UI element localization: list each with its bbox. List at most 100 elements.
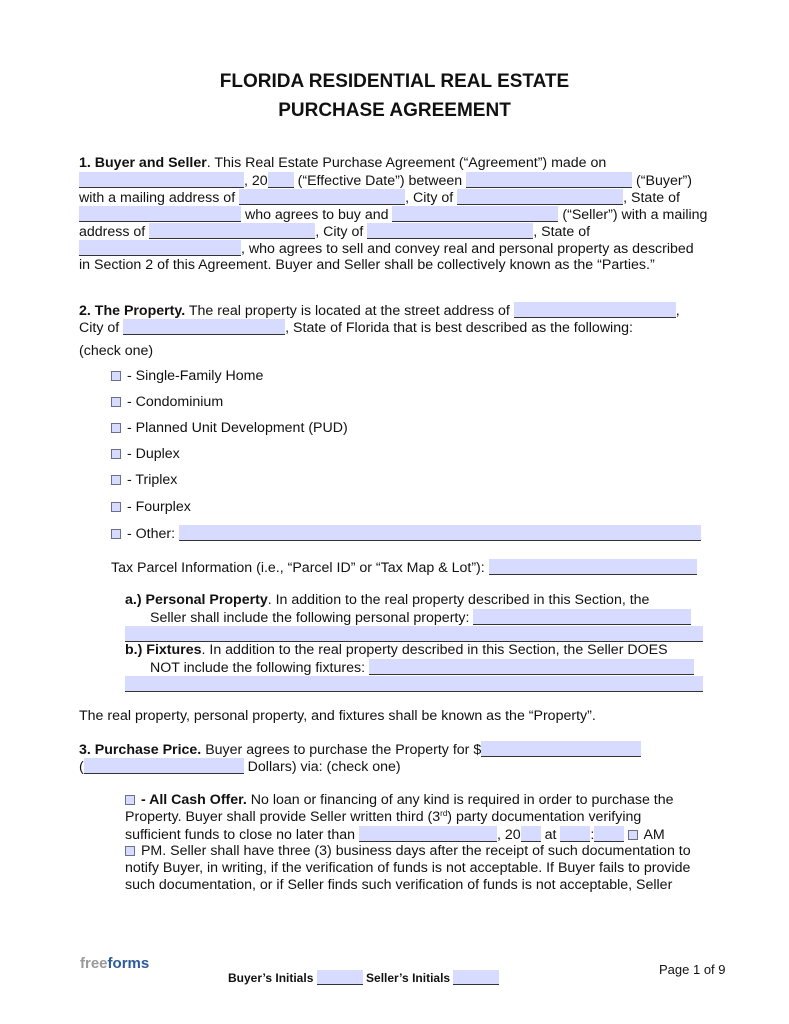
logo-free: free (80, 955, 108, 972)
buyer-initials-label: Buyer’s Initials (228, 971, 317, 985)
all-cash-offer-checkbox[interactable] (125, 795, 135, 805)
option-label: - Fourplex (123, 499, 191, 515)
tax-parcel-field[interactable] (488, 559, 697, 575)
option-label: - Planned Unit Development (PUD) (123, 420, 348, 436)
checkbox[interactable] (111, 423, 121, 433)
section1-heading: 1. Buyer and Seller (79, 155, 207, 171)
am-label: AM (640, 827, 665, 843)
text: notify Buyer, in writing, if the verific… (125, 860, 691, 876)
text: Property. Buyer shall provide Seller wri… (125, 809, 441, 825)
text: ) party documentation verifying (447, 809, 642, 825)
text: , State of (623, 190, 680, 206)
fixtures-field[interactable] (368, 659, 694, 675)
text: No loan or financing of any kind is requ… (246, 792, 674, 808)
option-label: - Triplex (123, 472, 178, 488)
buyer-name-field[interactable] (466, 172, 633, 188)
option-other[interactable]: - Other: (111, 525, 701, 543)
funds-date-field[interactable] (358, 826, 497, 842)
title-line-1: FLORIDA RESIDENTIAL REAL ESTATE (219, 71, 570, 92)
text: Buyer agrees to purchase the Property fo… (201, 742, 482, 758)
section3-heading: 3. Purchase Price. (79, 742, 202, 758)
purchase-price-words-field[interactable] (83, 758, 244, 774)
text: at (540, 827, 561, 843)
initials-row: Buyer’s Initials Seller’s Initials (228, 970, 500, 985)
text: (“Buyer”) (632, 173, 693, 189)
option-condominium[interactable]: - Condominium (111, 394, 223, 411)
text: City of (79, 320, 124, 336)
text: sufficient funds to close no later than (125, 827, 359, 843)
subsection-b-label: b.) (125, 642, 143, 658)
buyer-initials-field[interactable] (316, 970, 363, 985)
option-pud[interactable]: - Planned Unit Development (PUD) (111, 420, 348, 437)
section1-closing-text: in Section 2 of this Agreement. Buyer an… (79, 257, 655, 273)
personal-property-heading: Personal Property (145, 592, 268, 608)
street-address-field[interactable] (513, 302, 676, 318)
text: Dollars) via: (check one) (243, 759, 401, 775)
text: , (675, 303, 680, 319)
property-city-field[interactable] (123, 319, 286, 335)
seller-name-field[interactable] (392, 206, 559, 222)
am-checkbox[interactable] (628, 830, 639, 840)
text: , 20 (244, 173, 268, 189)
text: Seller shall include the following perso… (150, 610, 474, 626)
text: Seller shall have three (3) business day… (166, 843, 691, 859)
text: with a mailing address of (79, 190, 240, 206)
seller-address-field[interactable] (149, 223, 316, 239)
funds-minute-field[interactable] (594, 826, 625, 842)
fixtures-field-line2[interactable] (125, 676, 703, 692)
text: who agrees to buy and (241, 207, 393, 223)
text: such documentation, or if Seller finds s… (125, 877, 673, 893)
page-number: Page 1 of 9 (659, 962, 726, 977)
personal-property-field-line2[interactable] (125, 626, 703, 642)
option-triplex[interactable]: - Triplex (111, 472, 177, 489)
tax-parcel-label: Tax Parcel Information (i.e., “Parcel ID… (111, 560, 489, 576)
freeforms-logo: freeforms (80, 955, 149, 972)
checkbox[interactable] (111, 475, 121, 485)
checkbox[interactable] (111, 529, 121, 539)
option-fourplex[interactable]: - Fourplex (111, 499, 191, 516)
checkbox[interactable] (111, 397, 121, 407)
buyer-city-field[interactable] (457, 189, 624, 205)
text: (“Seller”) with a mailing (558, 207, 708, 223)
text: , State of (533, 224, 591, 240)
title-line-2: PURCHASE AGREEMENT (278, 100, 511, 121)
seller-state-field[interactable] (79, 240, 241, 256)
pm-label: PM. (137, 843, 167, 859)
text: , City of (315, 224, 368, 240)
purchase-price-field[interactable] (481, 741, 642, 757)
funds-hour-field[interactable] (560, 826, 591, 842)
option-duplex[interactable]: - Duplex (111, 446, 180, 463)
seller-city-field[interactable] (367, 223, 534, 239)
buyer-state-field[interactable] (79, 206, 241, 222)
buyer-address-field[interactable] (239, 189, 406, 205)
text: The real property is located at the stre… (185, 303, 514, 319)
option-label: - Other: (123, 526, 179, 542)
personal-property-field[interactable] (473, 609, 692, 625)
check-one-label: (check one) (79, 343, 154, 359)
other-property-field[interactable] (178, 525, 701, 541)
funds-year-field[interactable] (520, 826, 541, 842)
option-label: - Condominium (123, 394, 224, 410)
checkbox[interactable] (111, 502, 121, 512)
checkbox[interactable] (111, 371, 121, 381)
text: . In addition to the real property descr… (267, 592, 650, 608)
option-label: - Single-Family Home (123, 368, 264, 384)
pm-checkbox[interactable] (125, 846, 135, 856)
option-single-family-home[interactable]: - Single-Family Home (111, 368, 263, 385)
text: , City of (405, 190, 458, 206)
subsection-a-label: a.) (125, 592, 142, 608)
text: (“Effective Date”) between (293, 173, 467, 189)
text: address of (79, 224, 150, 240)
text: , who agrees to sell and convey real and… (241, 241, 694, 257)
effective-year-field[interactable] (267, 172, 294, 188)
option-label: - Duplex (123, 446, 180, 462)
text: . In addition to the real property descr… (201, 642, 668, 658)
logo-forms: forms (107, 955, 150, 972)
checkbox[interactable] (111, 449, 121, 459)
seller-initials-field[interactable] (453, 970, 500, 985)
text: , State of Florida that is best describe… (285, 320, 633, 336)
text: , 20 (496, 827, 521, 843)
fixtures-heading: Fixtures (146, 642, 202, 658)
section1-text: . This Real Estate Purchase Agreement (“… (206, 155, 607, 171)
effective-date-field[interactable] (79, 172, 244, 188)
